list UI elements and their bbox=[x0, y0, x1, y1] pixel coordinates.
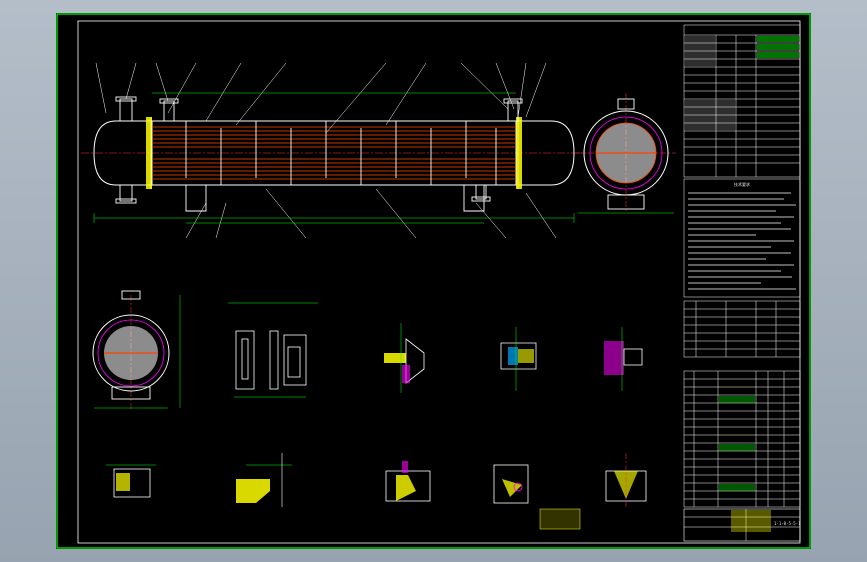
weld-detail-8 bbox=[605, 453, 647, 509]
drawing-sheet[interactable]: 技术要求 1-1-0-5-5-1 bbox=[56, 13, 811, 549]
technical-notes: 技术要求 bbox=[683, 178, 801, 298]
inner-frame bbox=[77, 20, 801, 544]
weld-detail-2 bbox=[500, 327, 537, 391]
drawing-number: 1-1-0-5-5-1 bbox=[774, 521, 801, 526]
weld-detail-5 bbox=[236, 453, 292, 507]
weld-detail-7 bbox=[493, 464, 529, 504]
title-block: 1-1-0-5-5-1 bbox=[683, 508, 801, 542]
drawing-canvas: 技术要求 1-1-0-5-5-1 bbox=[56, 13, 811, 549]
end-view bbox=[576, 93, 676, 214]
weld-detail-6 bbox=[385, 461, 431, 502]
weld-detail-4 bbox=[106, 464, 156, 498]
parts-list-highlight bbox=[719, 396, 755, 491]
outer-frame bbox=[56, 13, 811, 549]
weld-detail-3 bbox=[604, 327, 643, 391]
section-view bbox=[92, 290, 181, 411]
notes-heading: 技术要求 bbox=[734, 181, 750, 187]
cad-viewport[interactable]: 技术要求 1-1-0-5-5-1 bbox=[0, 0, 867, 562]
nozzle-table bbox=[683, 300, 801, 358]
saddle-detail bbox=[228, 302, 318, 398]
main-elevation-view bbox=[81, 62, 586, 239]
weld-detail-1 bbox=[384, 323, 425, 393]
revision-block bbox=[539, 508, 581, 530]
